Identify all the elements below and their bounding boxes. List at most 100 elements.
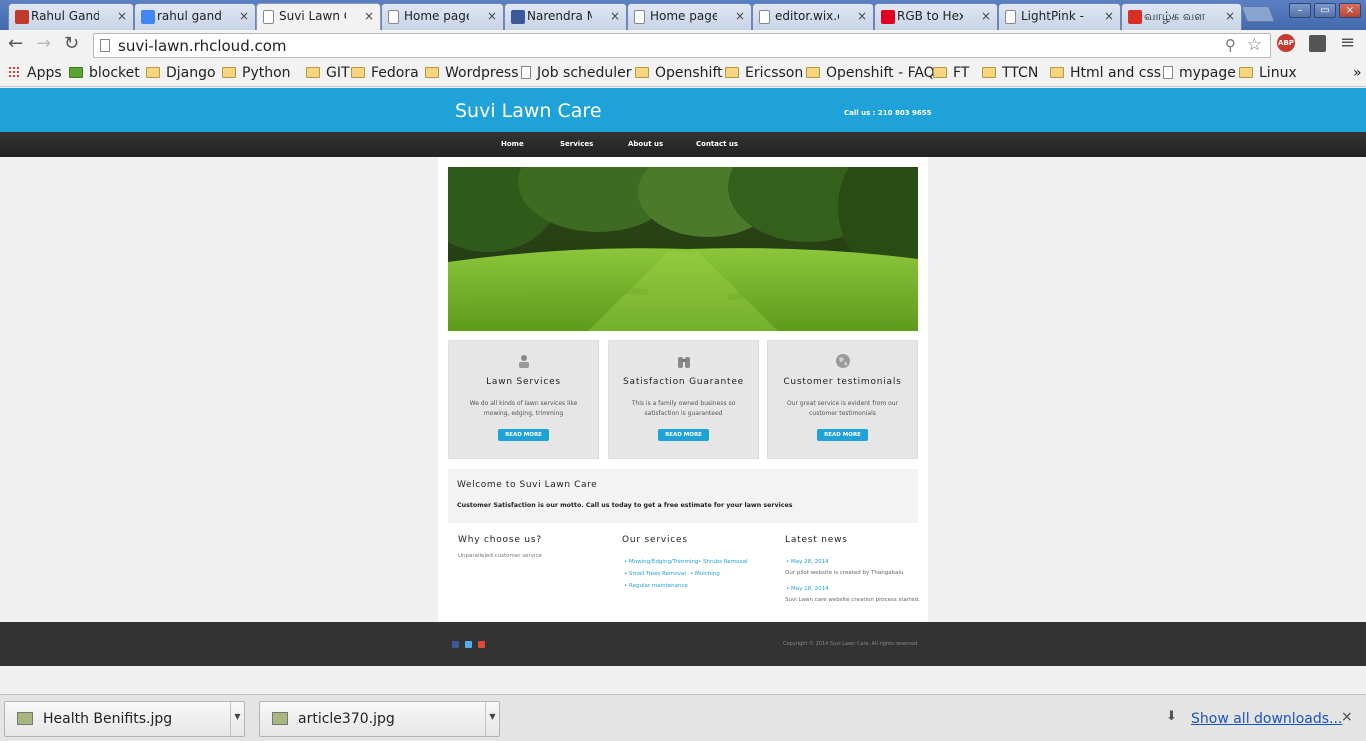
tab[interactable]: LightPink - # × (998, 3, 1121, 30)
bookmark-ft[interactable]: FT (933, 65, 969, 81)
site-header: Suvi Lawn Care Call us : 210 803 9655 (0, 88, 1366, 132)
bookmark-openshift[interactable]: Openshift (635, 65, 723, 81)
bookmark-apps[interactable]: Apps (8, 65, 62, 81)
folder-icon (1050, 67, 1064, 78)
adblock-icon[interactable]: ABP (1277, 34, 1295, 52)
bookmark-star-icon[interactable]: ☆ (1247, 35, 1262, 55)
bookmark-label: blocket (89, 65, 140, 81)
tab-title: Home page (650, 9, 717, 23)
nav-about-us[interactable]: About us (628, 140, 663, 148)
bookmarks-bar: Apps blocket Django Python GIT Fedora Wordpres… (0, 60, 1366, 87)
bookmark-label: Apps (27, 65, 62, 81)
news-date[interactable]: • May 18, 2014 (786, 586, 829, 592)
twitter-icon[interactable] (465, 641, 472, 648)
bookmark-job-scheduler[interactable]: Job scheduler (521, 65, 632, 81)
bookmark-wordpress[interactable]: Wordpress (425, 65, 519, 81)
nav-contact-us[interactable]: Contact us (696, 140, 738, 148)
tab-close-icon[interactable]: × (364, 9, 374, 23)
chevron-down-icon[interactable]: ▼ (230, 702, 244, 736)
tab[interactable]: RGB to Hexa × (874, 3, 998, 30)
read-more-button[interactable]: READ MORE (658, 429, 709, 441)
feature-title: Customer testimonials (783, 377, 902, 387)
tab[interactable]: Narendra MO × (504, 3, 627, 30)
bookmark-html-and-css[interactable]: Html and css (1050, 65, 1161, 81)
tab-close-icon[interactable]: × (487, 9, 497, 23)
bookmark-label: Wordpress (445, 65, 519, 81)
tab-title: LightPink - # (1021, 9, 1086, 23)
bookmark-fedora[interactable]: Fedora (351, 65, 419, 81)
close-downloads-icon[interactable]: × (1341, 709, 1353, 725)
folder-icon (146, 67, 160, 78)
bookmark-blocket[interactable]: blocket (69, 65, 140, 81)
bookmark-django[interactable]: Django (146, 65, 216, 81)
page-icon (100, 39, 110, 52)
extension-icon[interactable] (1309, 35, 1326, 52)
bookmark-linux[interactable]: Linux (1239, 65, 1297, 81)
tab-close-icon[interactable]: × (610, 9, 620, 23)
read-more-button[interactable]: READ MORE (817, 429, 868, 441)
tab[interactable]: editor.wix.co × (752, 3, 874, 30)
chevron-down-icon[interactable]: ▼ (485, 702, 499, 736)
bookmark-ericsson[interactable]: Ericsson (725, 65, 803, 81)
latest-news: Latest news (785, 535, 848, 545)
tab-close-icon[interactable]: × (735, 9, 745, 23)
folder-icon (933, 67, 947, 78)
folder-icon (1239, 67, 1253, 78)
tab[interactable]: Home page × (627, 3, 752, 30)
tab-close-icon[interactable]: × (239, 9, 249, 23)
read-more-button[interactable]: READ MORE (498, 429, 549, 441)
url-text[interactable]: suvi-lawn.rhcloud.com (118, 37, 287, 55)
person-icon (518, 355, 529, 368)
nav-home[interactable]: Home (501, 140, 524, 148)
download-item[interactable]: article370.jpg ▼ (259, 701, 500, 737)
tab-title: RGB to Hexa (897, 9, 963, 23)
tab-title: Narendra MO (527, 9, 592, 23)
bookmark-ttcn[interactable]: TTCN (982, 65, 1038, 81)
search-icon[interactable]: ⚲ (1225, 36, 1236, 54)
address-bar[interactable]: suvi-lawn.rhcloud.com ⚲ ☆ (93, 33, 1271, 58)
facebook-icon[interactable] (452, 641, 459, 648)
tab[interactable]: வாழ்க வள × (1121, 3, 1242, 30)
site-title[interactable]: Suvi Lawn Care (455, 100, 602, 122)
chrome-menu-icon[interactable]: ≡ (1340, 32, 1355, 53)
bookmark-label: Openshift (655, 65, 723, 81)
service-item[interactable]: • Mowing/Edging/Trimming (624, 559, 698, 565)
restore-button[interactable]: ▭ (1314, 3, 1336, 18)
forward-button[interactable]: → (36, 35, 51, 53)
tab-favicon-icon (388, 10, 399, 24)
tab-close-icon[interactable]: × (1104, 9, 1114, 23)
news-date[interactable]: • May 28, 2014 (786, 559, 829, 565)
bookmark-mypage[interactable]: mypage (1163, 65, 1236, 81)
tab-close-icon[interactable]: × (1225, 9, 1235, 23)
nav-services[interactable]: Services (560, 140, 593, 148)
feature-body: This is a family owned business so satis… (631, 400, 736, 417)
folder-icon (351, 67, 365, 78)
tab[interactable]: Suvi Lawn Ca × (256, 3, 381, 30)
service-item[interactable]: • Small Trees Removal (624, 571, 686, 577)
bookmark-label: GIT (326, 65, 350, 81)
tab-close-icon[interactable]: × (117, 9, 127, 23)
bookmark-openshift-faq[interactable]: Openshift - FAQ (806, 65, 935, 81)
folder-icon (306, 67, 320, 78)
tab[interactable]: Rahul Gandhi × (8, 3, 134, 30)
bookmarks-overflow-icon[interactable]: » (1353, 65, 1362, 81)
minimize-button[interactable]: – (1289, 3, 1311, 18)
google-plus-icon[interactable] (478, 641, 485, 648)
tab-close-icon[interactable]: × (857, 9, 867, 23)
reload-button[interactable]: ↻ (64, 35, 79, 53)
service-item[interactable]: • Mulching (690, 571, 720, 577)
bookmark-git[interactable]: GIT (306, 65, 350, 81)
close-window-button[interactable]: × (1339, 3, 1361, 18)
download-filename: article370.jpg (298, 711, 395, 727)
tab[interactable]: rahul gandhi × (134, 3, 256, 30)
service-item[interactable]: • Shrubs Removal (698, 559, 748, 565)
show-all-downloads-link[interactable]: Show all downloads... (1191, 711, 1342, 727)
back-button[interactable]: ← (8, 35, 23, 53)
new-tab-button[interactable] (1241, 6, 1275, 22)
tab[interactable]: Home page × (381, 3, 504, 30)
service-item[interactable]: • Regular maintenance (624, 583, 688, 589)
tab-close-icon[interactable]: × (981, 9, 991, 23)
bookmark-python[interactable]: Python (222, 65, 291, 81)
page-icon (1163, 66, 1173, 79)
download-item[interactable]: Health Benifits.jpg ▼ (4, 701, 245, 737)
